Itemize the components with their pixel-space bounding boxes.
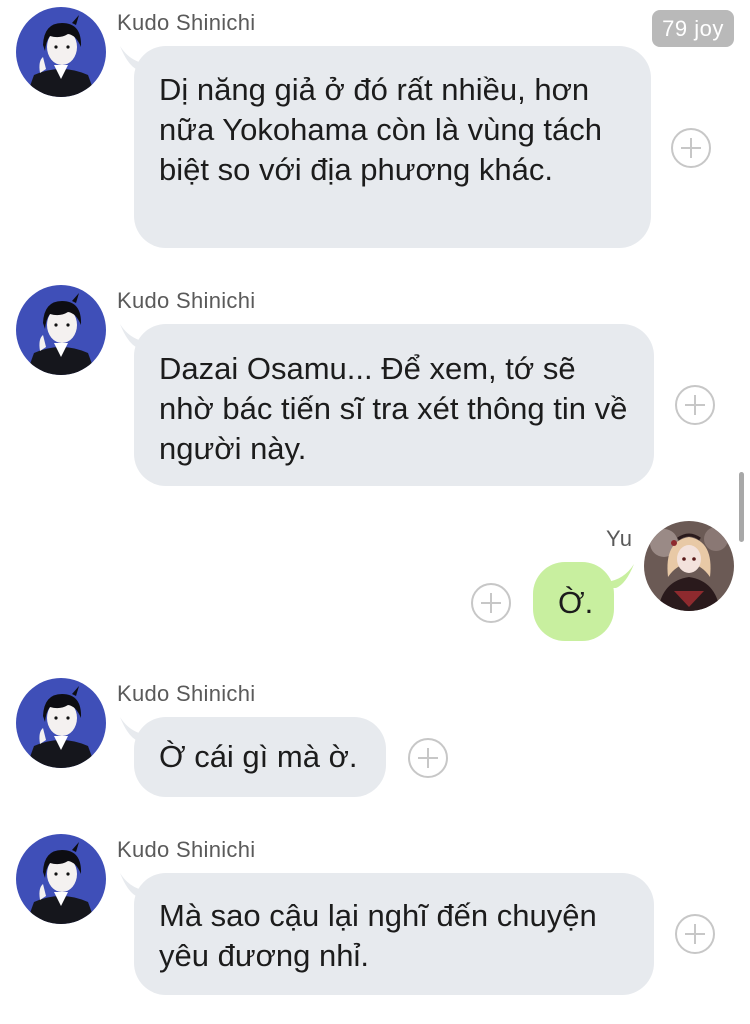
kudo-avatar-icon [16, 834, 106, 924]
avatar[interactable] [16, 7, 106, 97]
yu-avatar-icon [644, 521, 734, 611]
chat-screen: 79 joy Kudo Shinichi Dị năng giả ở đó rấ… [0, 0, 750, 1024]
plus-circle-icon[interactable] [408, 738, 448, 778]
kudo-avatar-icon [16, 7, 106, 97]
plus-circle-icon[interactable] [675, 385, 715, 425]
plus-circle-icon[interactable] [675, 914, 715, 954]
sender-name: Kudo Shinichi [117, 681, 256, 706]
sender-name: Kudo Shinichi [117, 837, 256, 862]
avatar[interactable] [644, 521, 734, 611]
message-bubble[interactable]: Ờ cái gì mà ờ. [134, 717, 386, 797]
sender-name: Kudo Shinichi [117, 288, 256, 313]
message-bubble[interactable]: Dị năng giả ở đó rất nhiều, hơn nữa Yoko… [134, 46, 651, 248]
kudo-avatar-icon [16, 285, 106, 375]
plus-circle-icon[interactable] [671, 128, 711, 168]
avatar[interactable] [16, 285, 106, 375]
avatar[interactable] [16, 834, 106, 924]
sender-name: Kudo Shinichi [117, 10, 256, 35]
sender-name: Yu [606, 526, 633, 551]
unread-badge[interactable]: 79 joy [652, 10, 734, 47]
message-bubble[interactable]: Ờ. [533, 562, 614, 641]
avatar[interactable] [16, 678, 106, 768]
message-bubble[interactable]: Mà sao cậu lại nghĩ đến chuyện yêu đương… [134, 873, 654, 995]
scrollbar[interactable] [739, 472, 744, 542]
message-bubble[interactable]: Dazai Osamu... Để xem, tớ sẽ nhờ bác tiế… [134, 324, 654, 486]
plus-circle-icon[interactable] [471, 583, 511, 623]
kudo-avatar-icon [16, 678, 106, 768]
